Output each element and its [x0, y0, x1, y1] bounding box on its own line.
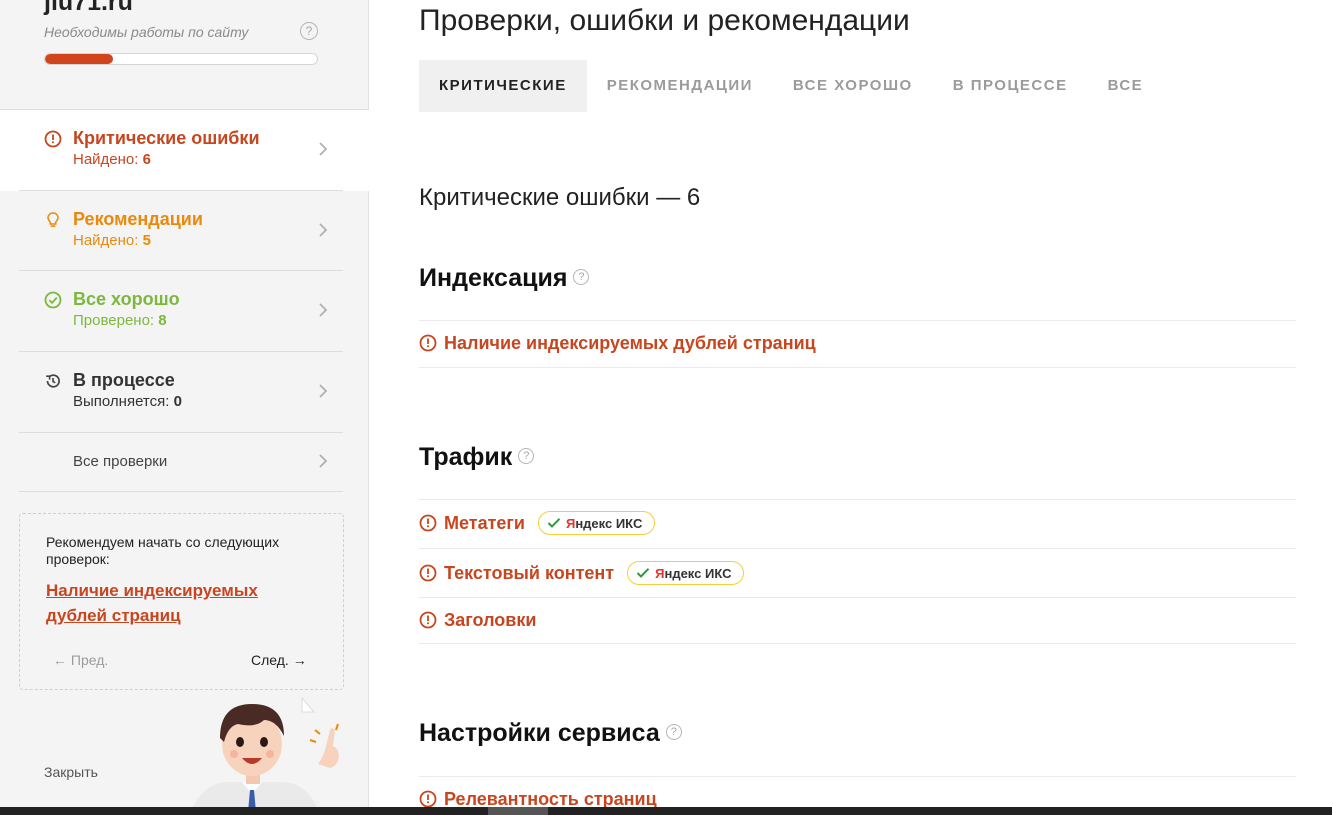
- sidebar: jlu71.ru Необходимы работы по сайту ? Кр…: [0, 0, 369, 815]
- site-progress-bar: [44, 53, 318, 65]
- exclamation-circle-icon: [419, 564, 437, 582]
- check-item-label: Метатеги: [444, 512, 525, 533]
- chevron-right-icon: [319, 454, 328, 468]
- site-name[interactable]: jlu71.ru: [44, 0, 133, 17]
- close-link[interactable]: Закрыть: [44, 764, 98, 780]
- exclamation-circle-icon: [419, 611, 437, 629]
- divider: [419, 367, 1296, 368]
- check-item-label: Текстовый контент: [444, 562, 615, 583]
- sidebar-item-title: Все хорошо: [73, 289, 180, 309]
- checkmark-icon: [547, 518, 561, 528]
- tab-recommendations[interactable]: РЕКОМЕНДАЦИИ: [587, 60, 773, 112]
- divider: [419, 597, 1296, 598]
- section-count-heading: Критические ошибки — 6: [419, 184, 701, 211]
- exclamation-circle-icon: [419, 514, 437, 532]
- chevron-right-icon: [319, 303, 328, 317]
- chevron-right-icon: [319, 384, 328, 398]
- chevron-right-icon: [319, 223, 328, 237]
- scrollbar-thumb[interactable]: [488, 807, 548, 815]
- page: jlu71.ru Необходимы работы по сайту ? Кр…: [0, 0, 1332, 815]
- sidebar-item-in-process[interactable]: В процессе Выполняется: 0: [0, 352, 369, 433]
- divider: [419, 643, 1296, 644]
- lightbulb-icon: [47, 212, 59, 227]
- tab-critical[interactable]: КРИТИЧЕСКИЕ: [419, 60, 587, 112]
- sidebar-item-all-good[interactable]: Все хорошо Проверено: 8: [0, 271, 369, 352]
- tab-all[interactable]: ВСЕ: [1088, 60, 1164, 112]
- divider: [419, 548, 1296, 549]
- exclamation-circle-icon: [44, 130, 62, 148]
- divider: [419, 499, 1296, 500]
- tabs: КРИТИЧЕСКИЕ РЕКОМЕНДАЦИИ ВСЕ ХОРОШО В ПР…: [419, 60, 1163, 112]
- divider: [419, 320, 1296, 321]
- check-item[interactable]: Текстовый контент Яндекс ИКС: [419, 559, 745, 587]
- tab-all-good[interactable]: ВСЕ ХОРОШО: [773, 60, 933, 112]
- help-icon[interactable]: ?: [665, 724, 682, 741]
- history-icon: [46, 374, 60, 388]
- next-button[interactable]: След. →: [251, 652, 307, 668]
- divider: [19, 491, 343, 492]
- group-title-traffic: Трафик?: [419, 443, 535, 472]
- sidebar-item-count: Найдено: 5: [73, 232, 151, 249]
- sidebar-item-title: Рекомендации: [73, 209, 203, 229]
- sidebar-item-title: В процессе: [73, 370, 175, 390]
- site-progress-fill: [45, 54, 113, 64]
- exclamation-circle-icon: [419, 334, 437, 352]
- yandex-iks-badge: Яндекс ИКС: [537, 511, 656, 535]
- sidebar-item-critical[interactable]: Критические ошибки Найдено: 6: [0, 110, 369, 191]
- sidebar-item-recommendations[interactable]: Рекомендации Найдено: 5: [0, 191, 369, 272]
- recommendation-text: Рекомендуем начать со следующих проверок…: [46, 534, 280, 567]
- recommendation-box: Рекомендуем начать со следующих проверок…: [19, 513, 344, 690]
- check-item-label: Заголовки: [444, 609, 537, 630]
- check-circle-icon: [44, 291, 62, 309]
- help-icon[interactable]: ?: [573, 269, 590, 286]
- check-item[interactable]: Наличие индексируемых дублей страниц: [419, 329, 816, 357]
- yandex-iks-badge: Яндекс ИКС: [627, 561, 745, 585]
- chevron-right-icon: [319, 142, 328, 156]
- exclamation-circle-icon: [419, 790, 437, 808]
- sidebar-item-count: Проверено: 8: [73, 312, 167, 329]
- prev-button[interactable]: ← Пред.: [53, 652, 108, 668]
- group-title-settings: Настройки сервиса?: [419, 719, 682, 748]
- sidebar-item-title: Критические ошибки: [73, 128, 260, 148]
- sidebar-item-title: Все проверки: [73, 453, 168, 470]
- check-item[interactable]: Заголовки: [419, 606, 536, 634]
- site-status-text: Необходимы работы по сайту: [44, 24, 249, 40]
- site-header: jlu71.ru Необходимы работы по сайту ?: [0, 0, 369, 110]
- sidebar-item-all-checks[interactable]: Все проверки: [0, 433, 369, 491]
- checkmark-icon: [636, 568, 650, 578]
- check-item[interactable]: Метатеги Яндекс ИКС: [419, 509, 656, 537]
- page-title: Проверки, ошибки и рекомендации: [419, 4, 910, 37]
- recommendation-link[interactable]: Наличие индексируемых дублей страниц: [46, 578, 306, 628]
- divider: [419, 776, 1296, 777]
- sidebar-item-count: Выполняется: 0: [73, 393, 182, 410]
- group-title-indexing: Индексация?: [419, 264, 590, 293]
- horizontal-scrollbar[interactable]: [0, 807, 1332, 815]
- mascot-illustration: [190, 696, 339, 815]
- tab-in-process[interactable]: В ПРОЦЕССЕ: [933, 60, 1088, 112]
- sidebar-item-count: Найдено: 6: [73, 151, 151, 168]
- help-icon[interactable]: ?: [518, 448, 535, 465]
- check-item-label: Наличие индексируемых дублей страниц: [444, 332, 816, 353]
- help-icon[interactable]: ?: [300, 22, 318, 40]
